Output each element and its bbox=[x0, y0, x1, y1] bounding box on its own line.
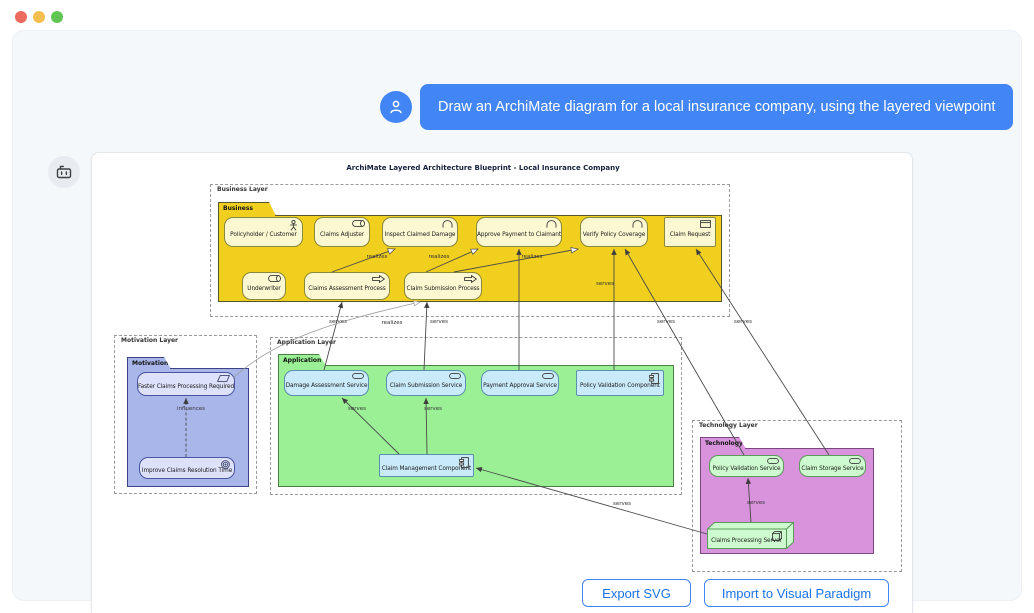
layer-application-label: Application Layer bbox=[274, 339, 339, 346]
goal-icon bbox=[221, 460, 230, 469]
business-actor-icon bbox=[289, 220, 298, 231]
node-approve-payment-to-claimant: Approve Payment to Claimant bbox=[476, 217, 562, 247]
node-policyholder-customer: Policyholder / Customer bbox=[224, 217, 303, 247]
svg-text:serves: serves bbox=[430, 319, 448, 325]
node-verify-policy-coverage: Verify Policy Coverage bbox=[580, 217, 648, 247]
archimate-diagram: Business Layer Business Motivation Layer Mo… bbox=[92, 153, 912, 613]
chat-panel: Draw an ArchiMate diagram for a local in… bbox=[12, 30, 1022, 601]
technology-service-icon bbox=[849, 458, 861, 464]
node-damage-assessment-service: Damage Assessment Service bbox=[284, 370, 369, 396]
layer-technology-label: Technology Layer bbox=[696, 422, 761, 429]
group-application-tab: Application bbox=[278, 354, 326, 366]
svg-text:serves: serves bbox=[613, 501, 631, 507]
node-claim-management-component: Claim Management Component bbox=[379, 454, 474, 477]
business-role-icon bbox=[268, 275, 281, 282]
layer-business-label: Business Layer bbox=[214, 186, 271, 193]
window-titlebar bbox=[0, 0, 1034, 30]
user-avatar bbox=[380, 91, 412, 123]
node-label: Claims Processing Server bbox=[711, 527, 790, 544]
user-message-bubble: Draw an ArchiMate diagram for a local in… bbox=[420, 84, 1013, 130]
node-claim-submission-service: Claim Submission Service bbox=[386, 370, 466, 396]
import-visual-paradigm-button[interactable]: Import to Visual Paradigm bbox=[704, 579, 889, 607]
application-service-icon bbox=[449, 373, 461, 379]
group-motivation-tab: Motivation bbox=[127, 357, 171, 369]
diagram-card: ArchiMate Layered Architecture Blueprint… bbox=[91, 152, 913, 613]
business-process-icon bbox=[464, 275, 477, 283]
node-claim-storage-service: Claim Storage Service bbox=[799, 455, 866, 477]
application-service-icon bbox=[542, 373, 554, 379]
layer-motivation-label: Motivation Layer bbox=[118, 337, 181, 344]
svg-text:serves: serves bbox=[657, 319, 675, 325]
business-service-icon bbox=[632, 220, 643, 228]
business-process-icon bbox=[372, 275, 385, 283]
group-business-tab: Business bbox=[218, 202, 276, 216]
application-service-icon bbox=[352, 373, 364, 379]
node-claim-submission-process: Claim Submission Process bbox=[404, 272, 482, 300]
node-label: Claims Adjuster bbox=[320, 226, 364, 238]
component-icon bbox=[649, 373, 659, 384]
business-service-icon bbox=[442, 220, 453, 228]
node-claims-assessment-process: Claims Assessment Process bbox=[304, 272, 390, 300]
node-claims-processing-server: Claims Processing Server bbox=[707, 522, 794, 549]
node-underwriter: Underwriter bbox=[242, 272, 286, 300]
node-faster-claims-processing-required: Faster Claims Processing Required bbox=[137, 372, 235, 396]
export-svg-button[interactable]: Export SVG bbox=[582, 579, 691, 607]
bot-avatar bbox=[48, 156, 80, 188]
app-window: Draw an ArchiMate diagram for a local in… bbox=[0, 0, 1034, 613]
diagram-actions: Export SVG Import to Visual Paradigm bbox=[582, 579, 889, 607]
group-technology-tab: Technology bbox=[700, 437, 746, 449]
close-window-button[interactable] bbox=[15, 11, 27, 23]
svg-text:realizes: realizes bbox=[381, 320, 402, 326]
technology-service-icon bbox=[767, 458, 779, 464]
svg-text:serves: serves bbox=[329, 319, 347, 325]
node-inspect-claimed-damage: Inspect Claimed Damage bbox=[382, 217, 458, 247]
node-claims-adjuster: Claims Adjuster bbox=[314, 217, 370, 247]
component-icon bbox=[459, 457, 469, 468]
robot-icon bbox=[54, 162, 74, 182]
business-service-icon bbox=[546, 220, 557, 228]
node-label: Claim Management Component bbox=[382, 460, 471, 472]
minimize-window-button[interactable] bbox=[33, 11, 45, 23]
node-payment-approval-service: Payment Approval Service bbox=[481, 370, 559, 396]
requirement-icon bbox=[217, 375, 230, 382]
node-label: Improve Claims Resolution Time bbox=[142, 462, 232, 474]
node-policy-validation-service: Policy Validation Service bbox=[709, 455, 784, 477]
business-role-icon bbox=[352, 220, 365, 227]
user-person-icon bbox=[388, 99, 404, 115]
node-claim-request: Claim Request bbox=[664, 217, 716, 247]
business-object-icon bbox=[700, 220, 711, 228]
maximize-window-button[interactable] bbox=[51, 11, 63, 23]
node-improve-claims-resolution-time: Improve Claims Resolution Time bbox=[139, 457, 235, 479]
node-policy-validation-component: Policy Validation Component bbox=[576, 370, 664, 396]
node-label: Policyholder / Customer bbox=[230, 226, 297, 238]
node-label: Policy Validation Component bbox=[580, 377, 660, 389]
svg-text:serves: serves bbox=[734, 319, 752, 325]
